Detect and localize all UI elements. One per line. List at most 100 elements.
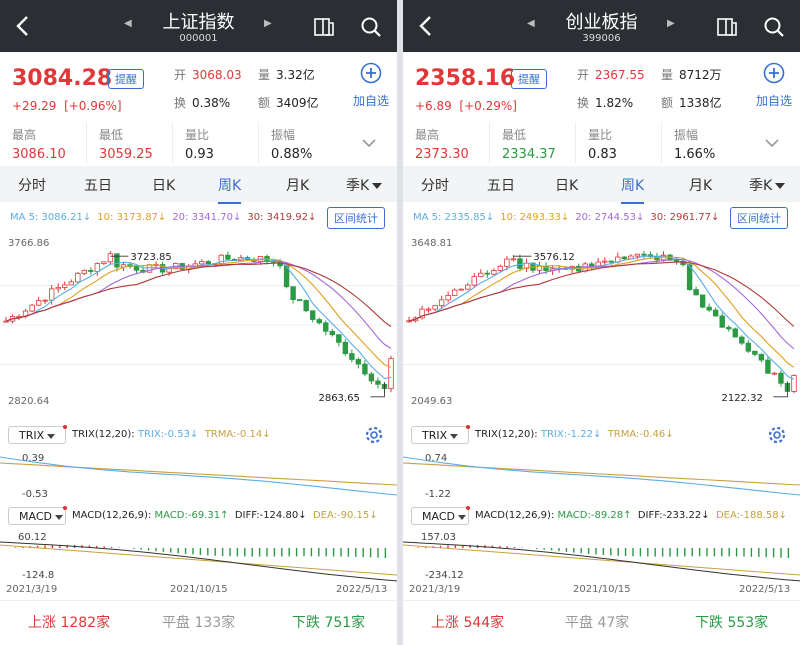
open-label: 开 — [577, 68, 590, 82]
search-icon[interactable] — [360, 16, 382, 38]
market-breadth: 上涨 544家 平盘 47家 下跌 553家 — [403, 600, 800, 645]
change-value: +29.29 — [12, 99, 57, 113]
tab-intraday[interactable]: 分时 — [18, 175, 46, 195]
gear-icon[interactable] — [364, 425, 384, 445]
panel-shanghai-index: ◀ 上证指数 000001 ▶ 3084.28 提醒 +29.29 [+0.96… — [0, 0, 397, 645]
amplitude-value: 0.88% — [271, 147, 313, 162]
tab-weekly-k[interactable]: 周K — [621, 175, 645, 204]
gear-icon[interactable] — [767, 425, 787, 445]
tab-monthly-k[interactable]: 月K — [286, 175, 309, 195]
macd-selector[interactable]: MACD — [411, 506, 470, 525]
unchanged[interactable]: 平盘 47家 — [565, 612, 629, 632]
trma-value: TRMA:-0.14↓ — [204, 429, 271, 440]
candle-body — [517, 258, 523, 269]
ma5-value: MA 5: 2335.85↓ — [413, 212, 495, 223]
volume-value: 3.32亿 — [276, 68, 315, 82]
macd-values: MACD(12,26,9): MACD:-89.28↑ DIFF:-233.22… — [475, 510, 787, 521]
date-axis: 2021/3/19 2021/10/15 2022/5/13 — [0, 584, 397, 598]
vol-ratio-cell: 量比 0.93 — [172, 122, 258, 164]
ma20-value: 20: 3341.70↓ — [172, 212, 242, 223]
trix-params: TRIX(12,20): — [475, 429, 538, 440]
advancers[interactable]: 上涨 544家 — [431, 612, 504, 632]
candle-body — [712, 309, 719, 317]
y-axis-min-label: 2820.64 — [8, 396, 49, 407]
market-breadth: 上涨 1282家 平盘 133家 下跌 751家 — [0, 600, 397, 645]
ma-line-1 — [408, 256, 795, 368]
candle-body — [771, 372, 778, 375]
turnover-stat: 换 0.38% — [174, 94, 230, 111]
candle-body — [739, 336, 745, 344]
advancers-label: 上涨 — [431, 615, 459, 631]
candle-body — [75, 272, 81, 283]
search-icon[interactable] — [763, 16, 785, 38]
split-screen-icon[interactable] — [313, 16, 335, 38]
advancers[interactable]: 上涨 1282家 — [28, 612, 110, 632]
low-cell: 最低 3059.25 — [86, 122, 172, 164]
tab-quarterly-k[interactable]: 季K — [749, 175, 786, 195]
trma-line — [0, 462, 397, 486]
macd-selector[interactable]: MACD — [8, 506, 67, 525]
decliners[interactable]: 下跌 751家 — [292, 612, 365, 632]
candle-body — [719, 315, 725, 328]
plus-circle-icon — [763, 62, 785, 84]
candles — [3, 251, 394, 394]
trix-values: TRIX(12,20): TRIX:-1.22↓ TRMA:-0.46↓ — [475, 429, 674, 440]
weekly-candlestick-chart[interactable]: 3766.86 2820.64 3723.85 2863.65 — [0, 232, 397, 412]
tab-quarterly-k[interactable]: 季K — [346, 175, 383, 195]
candle-body — [336, 334, 342, 343]
remind-button[interactable]: 提醒 — [511, 69, 547, 89]
red-dot — [63, 425, 67, 429]
trix-header: TRIX TRIX(12,20): TRIX:-1.22↓ TRMA:-0.46… — [403, 424, 800, 446]
top-nav-bar: ◀ 创业板指 399006 ▶ — [403, 0, 800, 52]
tab-monthly-k[interactable]: 月K — [689, 175, 712, 195]
next-index-arrow-icon[interactable]: ▶ — [264, 18, 272, 29]
interval-stats-button[interactable]: 区间统计 — [327, 207, 385, 229]
candle-body — [107, 253, 114, 263]
ma-legend: MA 5: 3086.21↓ 10: 3173.87↓ 20: 3341.70↓ 30… — [10, 212, 322, 223]
date-mid: 2021/10/15 — [573, 584, 631, 595]
change-percent: [+0.29%] — [459, 99, 517, 113]
trix-selector[interactable]: TRIX — [8, 425, 67, 444]
macd-values: MACD(12,26,9): MACD:-69.31↑ DIFF:-124.80… — [72, 510, 378, 521]
next-index-arrow-icon[interactable]: ▶ — [667, 18, 675, 29]
interval-stats-button[interactable]: 区间统计 — [730, 207, 788, 229]
y-axis-min-label: 2049.63 — [411, 396, 452, 407]
weekly-candlestick-chart[interactable]: 3648.81 2049.63 3576.12 2122.32 — [403, 232, 800, 412]
unchanged-label: 平盘 — [565, 615, 593, 631]
candle-body — [510, 258, 517, 261]
date-end: 2022/5/13 — [336, 584, 388, 595]
tab-daily-k[interactable]: 日K — [555, 175, 578, 195]
decliners[interactable]: 下跌 553家 — [695, 612, 768, 632]
candle-body — [465, 284, 471, 290]
unchanged[interactable]: 平盘 133家 — [162, 612, 235, 632]
volume-stat: 量 3.32亿 — [258, 66, 315, 83]
add-watchlist-button[interactable]: 加自选 — [349, 62, 393, 109]
dropdown-triangle-icon — [775, 183, 786, 189]
chevron-down-icon[interactable] — [763, 134, 781, 152]
trix-selector[interactable]: TRIX — [411, 425, 470, 444]
macd-value: MACD:-69.31↑ — [154, 510, 229, 521]
macd-dropdown-icon — [457, 514, 466, 520]
split-screen-icon[interactable] — [716, 16, 738, 38]
high-value: 2373.30 — [415, 147, 469, 162]
candle-body — [225, 254, 231, 260]
add-watchlist-button[interactable]: 加自选 — [752, 62, 796, 109]
dropdown-triangle-icon — [372, 183, 383, 189]
vol-ratio-value: 0.93 — [185, 147, 214, 162]
macd-header: MACD MACD(12,26,9): MACD:-89.28↑ DIFF:-2… — [403, 505, 800, 527]
tab-five-day[interactable]: 五日 — [84, 175, 112, 195]
candle-body — [329, 330, 335, 336]
candle-body — [199, 261, 205, 265]
tab-five-day[interactable]: 五日 — [487, 175, 515, 195]
high-label: 最高 — [12, 128, 37, 142]
tab-daily-k[interactable]: 日K — [152, 175, 175, 195]
tab-intraday[interactable]: 分时 — [421, 175, 449, 195]
candle-body — [438, 299, 445, 307]
candle-body — [478, 272, 484, 278]
moving-average-lines — [5, 257, 392, 379]
chevron-down-icon[interactable] — [360, 134, 378, 152]
macd-header: MACD MACD(12,26,9): MACD:-69.31↑ DIFF:-1… — [0, 505, 397, 527]
plus-circle-icon — [360, 62, 382, 84]
remind-button[interactable]: 提醒 — [108, 69, 144, 89]
tab-weekly-k[interactable]: 周K — [218, 175, 242, 204]
